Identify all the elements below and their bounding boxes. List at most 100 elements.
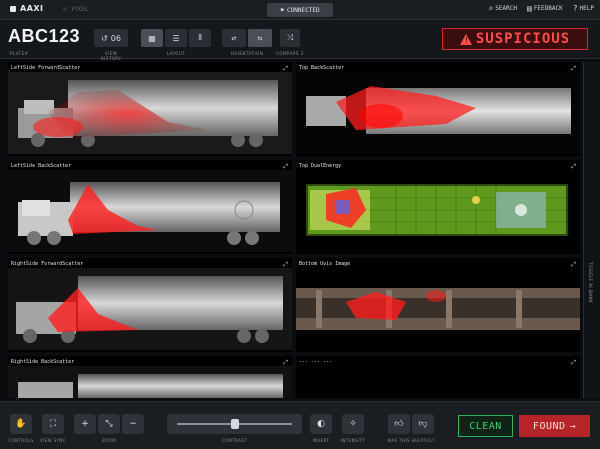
bottom-bar: ✋ CONTROLS ⛶ VIEW SYNC + ⤡ − ZOOM CONTRA… <box>0 401 600 449</box>
search-link[interactable]: ⌕ SEARCH <box>488 4 517 13</box>
contrast-slider[interactable] <box>167 414 302 434</box>
expand-icon[interactable]: ⤢ <box>283 261 288 269</box>
found-label: FOUND <box>532 420 566 432</box>
plate-number: ABC123 <box>8 26 81 46</box>
panel-rightside-forwardscatter[interactable]: RightSide ForwardScatter ⤢ <box>8 258 292 352</box>
intensity-button[interactable]: ✧ <box>342 414 364 434</box>
helpful-label: WAS THIS HELPFUL? <box>387 438 435 443</box>
expand-icon[interactable]: ⤢ <box>571 65 576 73</box>
help-icon: ? <box>572 4 578 13</box>
ai-bank-toggle[interactable]: TOGGLE AI BANK <box>583 62 600 398</box>
zoom-fit-button[interactable]: ⤡ <box>98 414 120 434</box>
intensity-label: INTENSITY <box>340 438 366 443</box>
scan-image <box>296 170 580 252</box>
panel-leftside-forwardscatter[interactable]: LeftSide ForwardScatter ⤢ <box>8 62 292 156</box>
panel-top-dualenergy[interactable]: Top DualEnergy ⤢ <box>296 160 580 254</box>
brand-logo-icon <box>10 5 16 12</box>
view-history-label: VIEW HISTORY <box>100 51 122 61</box>
layout-columns-button[interactable]: ⫴ <box>189 29 211 47</box>
connection-status[interactable]: ⚑ CONNECTED <box>267 3 333 17</box>
zoom-out-button[interactable]: − <box>122 414 144 434</box>
brand-name: AAXI <box>20 4 44 13</box>
scan-image <box>296 72 580 154</box>
layout-rows-button[interactable]: ☰ <box>165 29 187 47</box>
plate-label: PLATE# <box>10 51 29 56</box>
orientation-group: ⇄ ⇆ <box>222 29 272 47</box>
truck-right-icon: ⇆ <box>257 34 263 42</box>
view-history-button[interactable]: ↺ 06 <box>94 29 128 47</box>
invert-label: INVERT <box>312 438 330 443</box>
compare-button[interactable]: ⤨ <box>280 29 300 47</box>
search-icon: ⌕ <box>488 4 494 13</box>
panel-rightside-backscatter[interactable]: RightSide BackScatter ⤢ <box>8 356 292 398</box>
sync-icon: ⛶ <box>49 419 57 429</box>
layout-group: ▦ ☰ ⫴ <box>141 29 211 47</box>
panel-title: Bottom Uvis Image <box>299 261 351 267</box>
orientation-option-1[interactable]: ⇄ <box>222 29 246 47</box>
help-link[interactable]: ? HELP <box>573 4 594 13</box>
top-bar: AAXI ✓ PIXEL ⚑ CONNECTED ⌕ SEARCH ▤ FEED… <box>0 0 600 20</box>
panel-title: Top DualEnergy <box>299 163 342 169</box>
panel-title: RightSide BackScatter <box>11 359 75 365</box>
top-links: ⌕ SEARCH ▤ FEEDBACK ? HELP <box>488 4 594 13</box>
expand-icon[interactable]: ⤢ <box>571 359 576 367</box>
status-badge: ! SUSPICIOUS <box>442 28 588 50</box>
clean-button[interactable]: CLEAN <box>458 415 513 437</box>
expand-icon[interactable]: ⤢ <box>283 359 288 367</box>
search-link-label: SEARCH <box>495 5 517 12</box>
feedback-link[interactable]: ▤ FEEDBACK <box>527 4 563 13</box>
rows-icon: ☰ <box>172 33 180 43</box>
thumbs-up-button[interactable]: 👍︎ <box>388 414 410 434</box>
panel-title: --- --- --- <box>299 359 333 365</box>
panel-leftside-backscatter[interactable]: LeftSide BackScatter ⤢ <box>8 160 292 254</box>
zoom-in-button[interactable]: + <box>74 414 96 434</box>
scan-image <box>8 268 292 350</box>
view-sync-label: VIEW SYNC <box>39 438 67 443</box>
orientation-label: ORIENTATION <box>230 51 264 56</box>
contrast-thumb[interactable] <box>230 419 239 429</box>
hand-icon: ✋ <box>15 419 27 429</box>
layout-grid-button[interactable]: ▦ <box>141 29 163 47</box>
feedback-link-label: FEEDBACK <box>533 5 563 12</box>
controls-label: CONTROLS <box>8 438 34 443</box>
expand-icon[interactable]: ⤢ <box>571 163 576 171</box>
thumbs-down-button[interactable]: 👎︎ <box>412 414 434 434</box>
scan-image <box>296 268 580 350</box>
view-history-group: ↺ 06 <box>94 29 128 47</box>
compare-group: ⤨ <box>280 29 300 47</box>
panel-bottom-uvis[interactable]: Bottom Uvis Image ⤢ <box>296 258 580 352</box>
thumbs-up-icon: 👍︎ <box>394 419 404 429</box>
arrow-right-icon: → <box>569 420 577 432</box>
brand-sub-label: PIXEL <box>71 6 89 13</box>
view-sync-button[interactable]: ⛶ <box>42 414 64 434</box>
panel-top-backscatter[interactable]: Top BackScatter ⤢ <box>296 62 580 156</box>
ai-bank-toggle-label: TOGGLE AI BANK <box>588 262 593 304</box>
invert-button[interactable]: ◐ <box>310 414 332 434</box>
panel-title: LeftSide ForwardScatter <box>11 65 81 71</box>
expand-icon[interactable]: ⤢ <box>283 65 288 73</box>
thumbs-down-icon: 👎︎ <box>418 419 428 429</box>
warning-icon: ! <box>459 33 472 45</box>
panel-empty[interactable]: --- --- --- ⤢ <box>296 356 580 398</box>
expand-icon[interactable]: ⤢ <box>283 163 288 171</box>
check-icon: ✓ <box>62 5 69 14</box>
status-label: SUSPICIOUS <box>475 31 571 47</box>
controls-button[interactable]: ✋ <box>10 414 32 434</box>
plus-icon: + <box>81 419 89 429</box>
view-history-count: 06 <box>110 33 121 43</box>
found-button[interactable]: FOUND → <box>519 415 590 437</box>
scan-image <box>8 366 292 398</box>
compare-label: COMPARE 2 <box>276 51 304 56</box>
panel-title: Top BackScatter <box>299 65 345 71</box>
sub-bar: ABC123 PLATE# ↺ 06 VIEW HISTORY ▦ ☰ ⫴ LA… <box>0 20 600 61</box>
connection-label: CONNECTED <box>287 6 320 14</box>
panel-title: RightSide ForwardScatter <box>11 261 84 267</box>
help-link-label: HELP <box>579 5 594 12</box>
expand-icon[interactable]: ⤢ <box>571 261 576 269</box>
brand-sub: ✓ PIXEL <box>62 5 88 14</box>
connection-icon: ⚑ <box>280 6 285 14</box>
grid-icon: ▦ <box>148 33 156 43</box>
orientation-option-2[interactable]: ⇆ <box>248 29 272 47</box>
shuffle-icon: ⤨ <box>286 33 294 42</box>
scan-image <box>8 72 292 154</box>
